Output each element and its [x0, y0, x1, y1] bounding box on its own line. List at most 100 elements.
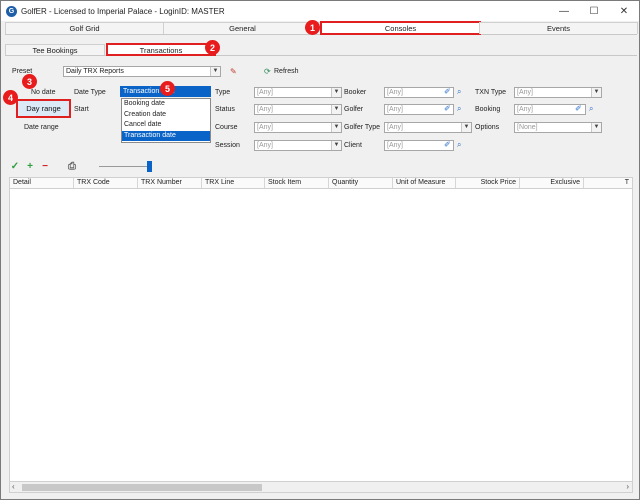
- option-booking-date[interactable]: Booking date: [122, 99, 210, 110]
- grid-body[interactable]: [9, 189, 633, 481]
- tab-golf-grid[interactable]: Golf Grid: [5, 22, 164, 34]
- eraser-icon[interactable]: ✐: [444, 87, 451, 96]
- refresh-button[interactable]: Refresh: [274, 68, 299, 75]
- session-select[interactable]: [Any] ▼: [254, 140, 342, 151]
- preset-value: Daily TRX Reports: [66, 68, 124, 75]
- print-icon[interactable]: ⎙: [66, 160, 78, 172]
- status-value: [Any]: [257, 106, 273, 113]
- app-logo-icon: G: [6, 5, 17, 17]
- status-label: Status: [215, 106, 235, 113]
- remove-icon[interactable]: −: [39, 160, 51, 172]
- txn-type-label: TXN Type: [475, 89, 506, 96]
- refresh-icon[interactable]: ⟳: [264, 67, 271, 76]
- step-badge-1: 1: [305, 20, 320, 35]
- column-header-unit-of-measure[interactable]: Unit of Measure: [393, 178, 456, 188]
- step-badge-4: 4: [3, 90, 18, 105]
- chevron-down-icon: ▼: [461, 123, 471, 132]
- course-label: Course: [215, 124, 238, 131]
- eraser-icon[interactable]: ✐: [444, 140, 451, 149]
- options-select[interactable]: [None] ▼: [514, 122, 602, 133]
- golfer-type-value: [Any]: [387, 124, 403, 131]
- search-icon[interactable]: ⌕: [457, 104, 461, 113]
- clear-preset-icon[interactable]: ✎: [230, 67, 237, 76]
- chevron-down-icon: ▼: [331, 123, 341, 132]
- type-select[interactable]: [Any] ▼: [254, 87, 342, 98]
- tab-tee-bookings[interactable]: Tee Bookings: [5, 44, 105, 55]
- close-button[interactable]: ✕: [609, 1, 639, 21]
- column-header-truncated[interactable]: T: [584, 178, 632, 188]
- date-range-option[interactable]: Date range: [24, 124, 59, 131]
- checkmark-icon[interactable]: ✓: [9, 160, 21, 172]
- session-value: [Any]: [257, 142, 273, 149]
- no-date-option[interactable]: No date: [31, 89, 56, 96]
- app-window: G GolfER - Licensed to Imperial Palace -…: [0, 0, 640, 500]
- tab-transactions[interactable]: Transactions: [106, 43, 216, 56]
- window-controls: — ☐ ✕: [549, 1, 639, 21]
- chevron-down-icon: ▼: [331, 141, 341, 150]
- eraser-icon[interactable]: ✐: [575, 104, 582, 113]
- top-tab-bar: Golf Grid General Consoles Events: [5, 21, 638, 35]
- start-label: Start: [74, 106, 89, 113]
- grid-header: Detail TRX Code TRX Number TRX Line Stoc…: [9, 177, 633, 189]
- tab-consoles[interactable]: Consoles: [320, 21, 481, 35]
- sub-tab-bar: Tee Bookings Transactions: [5, 43, 637, 56]
- column-header-exclusive[interactable]: Exclusive: [520, 178, 584, 188]
- zoom-slider-track[interactable]: [99, 166, 151, 167]
- option-transaction-date[interactable]: Transaction date: [122, 130, 210, 141]
- column-header-trx-line[interactable]: TRX Line: [202, 178, 265, 188]
- session-label: Session: [215, 142, 240, 149]
- search-icon[interactable]: ⌕: [457, 140, 461, 149]
- horizontal-scrollbar[interactable]: ‹ ›: [9, 481, 633, 493]
- course-select[interactable]: [Any] ▼: [254, 122, 342, 133]
- column-header-detail[interactable]: Detail: [10, 178, 74, 188]
- eraser-icon[interactable]: ✐: [444, 104, 451, 113]
- type-value: [Any]: [257, 89, 273, 96]
- column-header-stock-price[interactable]: Stock Price: [456, 178, 520, 188]
- txn-type-select[interactable]: [Any] ▼: [514, 87, 602, 98]
- minimize-button[interactable]: —: [549, 1, 579, 21]
- chevron-down-icon: ▼: [331, 105, 341, 114]
- scrollbar-thumb[interactable]: [22, 484, 262, 491]
- zoom-slider-thumb[interactable]: [147, 161, 152, 172]
- day-range-button[interactable]: Day range: [16, 99, 71, 118]
- client-label: Client: [344, 142, 362, 149]
- tab-events[interactable]: Events: [479, 22, 638, 34]
- txn-type-value: [Any]: [517, 89, 533, 96]
- status-select[interactable]: [Any] ▼: [254, 104, 342, 115]
- booking-label: Booking: [475, 106, 501, 113]
- booker-label: Booker: [344, 89, 367, 96]
- grid-toolbar: ✓ + − ⎙: [9, 159, 633, 173]
- step-badge-5: 5: [160, 81, 175, 96]
- golfer-type-label: Golfer Type: [344, 124, 381, 131]
- tab-general[interactable]: General: [163, 22, 322, 34]
- step-badge-2: 2: [205, 40, 220, 55]
- chevron-down-icon: ▼: [331, 88, 341, 97]
- option-creation-date[interactable]: Creation date: [122, 110, 210, 121]
- chevron-down-icon: ▼: [591, 123, 601, 132]
- scroll-left-icon[interactable]: ‹: [12, 482, 15, 491]
- maximize-button[interactable]: ☐: [579, 1, 609, 21]
- column-header-trx-number[interactable]: TRX Number: [138, 178, 202, 188]
- date-type-label: Date Type: [74, 89, 106, 96]
- title-bar: G GolfER - Licensed to Imperial Palace -…: [1, 1, 639, 21]
- chevron-down-icon: ▼: [210, 67, 220, 76]
- type-label: Type: [215, 89, 231, 96]
- window-title: GolfER - Licensed to Imperial Palace - L…: [21, 6, 225, 16]
- scroll-right-icon[interactable]: ›: [626, 482, 629, 491]
- date-type-dropdown-list: Booking date Creation date Cancel date T…: [121, 98, 211, 143]
- search-icon[interactable]: ⌕: [457, 87, 461, 96]
- search-icon[interactable]: ⌕: [589, 104, 593, 113]
- chevron-down-icon: ▼: [591, 88, 601, 97]
- option-cancel-date[interactable]: Cancel date: [122, 120, 210, 131]
- column-header-stock-item[interactable]: Stock Item: [265, 178, 329, 188]
- golfer-type-select[interactable]: [Any] ▼: [384, 122, 472, 133]
- options-label: Options: [475, 124, 500, 131]
- add-icon[interactable]: +: [24, 160, 36, 172]
- golfer-label: Golfer: [344, 106, 364, 113]
- course-value: [Any]: [257, 124, 273, 131]
- column-header-quantity[interactable]: Quantity: [329, 178, 393, 188]
- step-badge-3: 3: [22, 74, 37, 89]
- preset-select[interactable]: Daily TRX Reports ▼: [63, 66, 221, 77]
- options-value: [None]: [517, 124, 538, 131]
- column-header-trx-code[interactable]: TRX Code: [74, 178, 138, 188]
